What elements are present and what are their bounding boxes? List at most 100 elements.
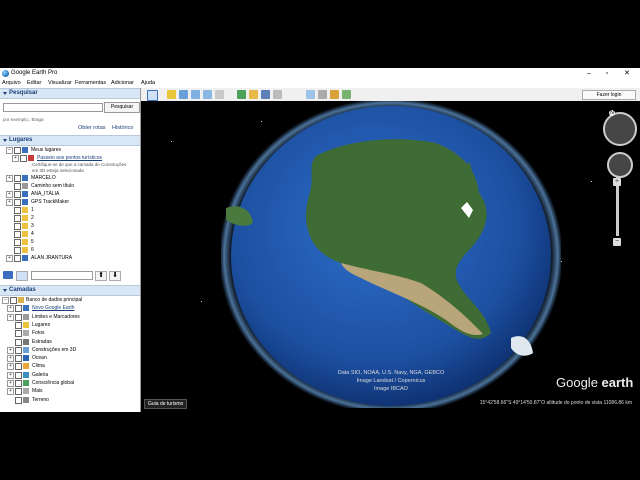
zoom-out-button[interactable]: − [613, 238, 621, 246]
move-joystick[interactable] [607, 152, 633, 178]
places-tree-row[interactable]: 1 [0, 206, 130, 214]
layer-checkbox[interactable] [15, 396, 22, 404]
planet-icon[interactable] [261, 90, 270, 99]
tree-expander-icon[interactable]: − [2, 297, 9, 304]
places-item-label[interactable]: 2 [31, 215, 34, 221]
layer-checkbox[interactable] [15, 330, 22, 338]
tree-expander-icon[interactable]: + [6, 191, 13, 198]
history-link[interactable]: Histórico [112, 125, 133, 131]
places-tree-row[interactable]: 3 [0, 222, 130, 230]
layer-checkbox[interactable] [15, 346, 22, 354]
places-tree-row[interactable]: 6 [0, 246, 130, 254]
print-icon[interactable] [318, 90, 327, 99]
places-item-label[interactable]: Passeio aos pontos turísticos [37, 155, 102, 161]
places-tree-row[interactable]: 5 [0, 238, 130, 246]
places-tree-row[interactable]: + ALAN JRANTURA [0, 254, 130, 262]
move-down-button[interactable]: ⬇ [109, 271, 121, 281]
layer-checkbox[interactable] [14, 175, 21, 182]
layer-checkbox[interactable] [15, 388, 22, 396]
places-tree-row[interactable]: 2 [0, 214, 130, 222]
search-places-icon[interactable] [3, 271, 13, 279]
tree-expander-icon[interactable]: + [7, 388, 14, 396]
tree-expander-icon[interactable]: + [7, 371, 14, 379]
places-tree-row[interactable]: 4 [0, 230, 130, 238]
layer-checkbox[interactable] [14, 231, 21, 238]
places-item-label[interactable]: 6 [31, 247, 34, 253]
layer-checkbox[interactable] [15, 371, 22, 379]
tree-expander-icon[interactable]: + [6, 175, 13, 182]
places-tree-row[interactable]: + MARCELO [0, 174, 130, 182]
tree-expander-icon[interactable]: + [7, 313, 14, 321]
sidebar-toggle-icon[interactable] [147, 90, 158, 101]
tree-expander-icon[interactable]: + [7, 355, 14, 363]
menu-arquivo[interactable]: Arquivo [2, 80, 21, 86]
menu-ferramentas[interactable]: Ferramentas [75, 80, 106, 86]
layer-checkbox[interactable] [14, 207, 21, 214]
layer-checkbox[interactable] [15, 355, 22, 363]
places-item-label[interactable]: 1 [31, 207, 34, 213]
view-in-maps-icon[interactable] [342, 90, 351, 99]
places-tree-row[interactable]: Caminho sem título [0, 182, 130, 190]
layer-view-icon[interactable] [16, 271, 28, 281]
image-overlay-icon[interactable] [203, 90, 212, 99]
layer-checkbox[interactable] [15, 305, 22, 313]
places-item-label[interactable]: 5 [31, 239, 34, 245]
sun-icon[interactable] [249, 90, 258, 99]
layer-checkbox[interactable] [14, 183, 21, 190]
tree-expander-icon[interactable]: + [7, 363, 14, 371]
tour-guide-button[interactable]: Guia de turismo [144, 399, 188, 409]
places-item-label[interactable]: Meus lugares [31, 147, 61, 153]
layer-checkbox[interactable] [20, 155, 27, 162]
path-icon[interactable] [191, 90, 200, 99]
places-tree-row[interactable]: − Meus lugares [0, 146, 130, 154]
maximize-button[interactable]: ▫ [602, 69, 612, 78]
north-reset-icon[interactable]: N [609, 110, 615, 116]
places-item-label[interactable]: ALAN JRANTURA [31, 255, 72, 261]
places-item-label[interactable]: MARCELO [31, 175, 56, 181]
menu-adicionar[interactable]: Adicionar [111, 80, 134, 86]
places-panel-header[interactable]: Lugares [0, 135, 140, 146]
close-button[interactable]: ✕ [622, 69, 632, 78]
places-tree-row[interactable]: + ANA_ITÁLIA [0, 190, 130, 198]
menu-ajuda[interactable]: Ajuda [141, 80, 155, 86]
placemark-icon[interactable] [167, 90, 176, 99]
places-item-label[interactable]: ANA_ITÁLIA [31, 191, 59, 197]
earth-globe[interactable] [221, 101, 561, 408]
tree-expander-icon[interactable]: + [7, 305, 14, 313]
record-tour-icon[interactable] [215, 90, 224, 99]
layer-checkbox[interactable] [14, 255, 21, 262]
layer-checkbox[interactable] [14, 191, 21, 198]
historical-imagery-icon[interactable] [237, 90, 246, 99]
search-panel-header[interactable]: Pesquisar [0, 88, 140, 99]
tree-expander-icon[interactable]: + [7, 346, 14, 354]
globe-map-view[interactable]: Data SIO, NOAA, U.S. Navy, NGA, GEBCO Im… [141, 101, 640, 412]
places-item-label[interactable]: 3 [31, 223, 34, 229]
ruler-icon[interactable] [273, 90, 282, 99]
tree-expander-icon[interactable]: + [6, 199, 13, 206]
places-item-label[interactable]: GPS TrackMaker [31, 199, 69, 205]
layer-checkbox[interactable] [14, 223, 21, 230]
look-joystick[interactable] [603, 112, 637, 146]
places-item-label[interactable]: 4 [31, 231, 34, 237]
get-directions-link[interactable]: Obter rotas [78, 125, 106, 131]
email-icon[interactable] [306, 90, 315, 99]
layer-checkbox[interactable] [10, 297, 17, 304]
layer-checkbox[interactable] [14, 239, 21, 246]
layer-checkbox[interactable] [15, 321, 22, 329]
layer-checkbox[interactable] [15, 338, 22, 346]
search-button[interactable]: Pesquisar [104, 102, 140, 113]
layer-checkbox[interactable] [14, 147, 21, 154]
places-tree-row[interactable]: + Passeio aos pontos turísticos [0, 154, 130, 162]
places-filter-input[interactable] [31, 271, 93, 280]
tree-expander-icon[interactable]: − [6, 147, 13, 154]
zoom-in-button[interactable]: + [613, 178, 621, 186]
layer-checkbox[interactable] [14, 247, 21, 254]
layer-checkbox[interactable] [14, 199, 21, 206]
save-image-icon[interactable] [330, 90, 339, 99]
minimize-button[interactable]: – [584, 69, 594, 78]
layer-checkbox[interactable] [15, 363, 22, 371]
move-up-button[interactable]: ⬆ [95, 271, 107, 281]
menu-editar[interactable]: Editar [27, 80, 41, 86]
layer-checkbox[interactable] [14, 215, 21, 222]
tree-expander-icon[interactable]: + [12, 155, 19, 162]
